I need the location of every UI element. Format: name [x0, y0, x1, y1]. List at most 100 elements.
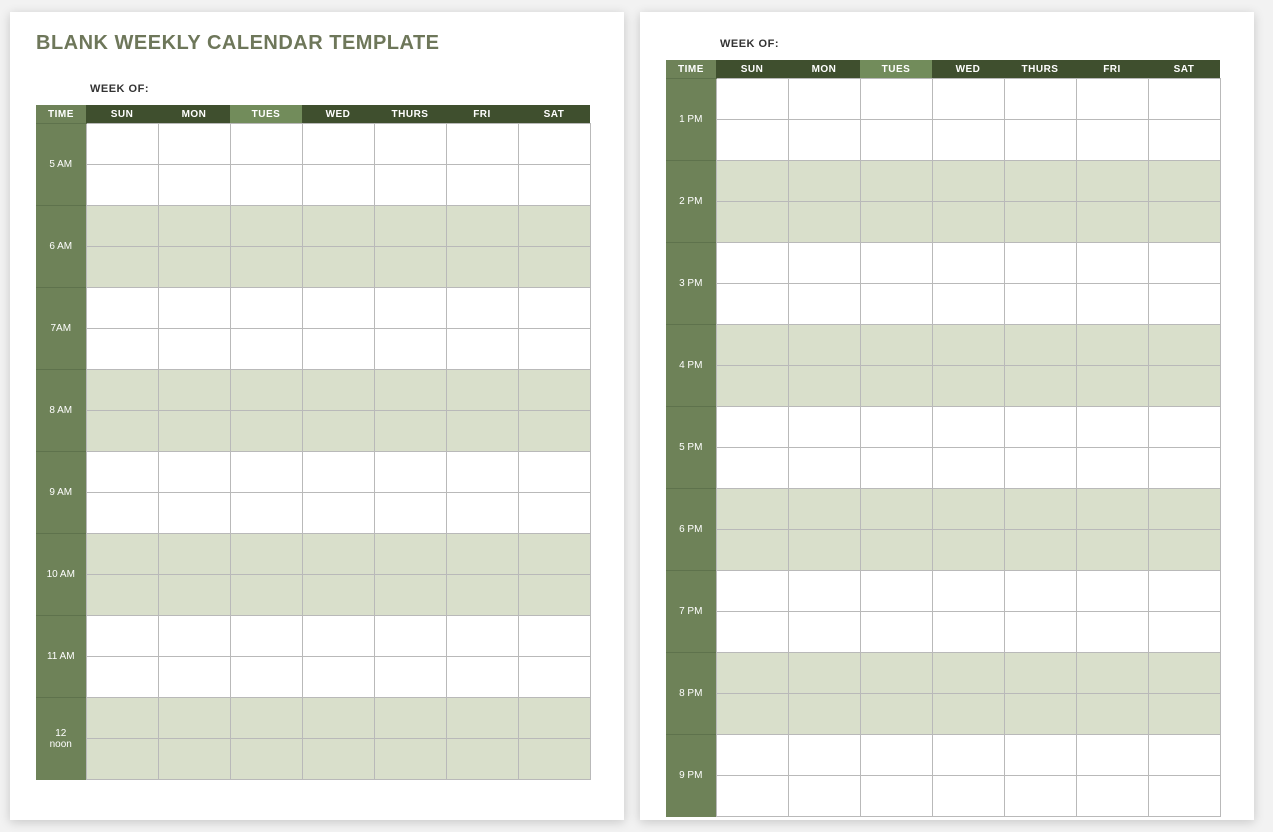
calendar-cell[interactable]	[1076, 489, 1148, 530]
calendar-cell[interactable]	[1004, 202, 1076, 243]
calendar-cell[interactable]	[1148, 571, 1220, 612]
calendar-cell[interactable]	[374, 616, 446, 657]
calendar-cell[interactable]	[1076, 407, 1148, 448]
calendar-cell[interactable]	[1004, 694, 1076, 735]
calendar-cell[interactable]	[158, 575, 230, 616]
calendar-cell[interactable]	[446, 575, 518, 616]
calendar-cell[interactable]	[1076, 366, 1148, 407]
calendar-cell[interactable]	[86, 575, 158, 616]
calendar-cell[interactable]	[716, 202, 788, 243]
calendar-cell[interactable]	[1076, 448, 1148, 489]
calendar-cell[interactable]	[716, 284, 788, 325]
calendar-cell[interactable]	[1148, 243, 1220, 284]
calendar-cell[interactable]	[302, 493, 374, 534]
calendar-cell[interactable]	[1076, 120, 1148, 161]
calendar-cell[interactable]	[446, 493, 518, 534]
calendar-cell[interactable]	[860, 243, 932, 284]
calendar-cell[interactable]	[374, 288, 446, 329]
calendar-cell[interactable]	[230, 739, 302, 780]
calendar-cell[interactable]	[518, 124, 590, 165]
calendar-cell[interactable]	[158, 370, 230, 411]
calendar-cell[interactable]	[302, 206, 374, 247]
calendar-cell[interactable]	[86, 534, 158, 575]
calendar-cell[interactable]	[788, 243, 860, 284]
calendar-cell[interactable]	[86, 657, 158, 698]
calendar-cell[interactable]	[374, 657, 446, 698]
calendar-cell[interactable]	[518, 739, 590, 780]
calendar-cell[interactable]	[860, 489, 932, 530]
calendar-cell[interactable]	[1148, 79, 1220, 120]
calendar-cell[interactable]	[86, 124, 158, 165]
calendar-cell[interactable]	[932, 612, 1004, 653]
calendar-cell[interactable]	[860, 448, 932, 489]
calendar-cell[interactable]	[1148, 161, 1220, 202]
calendar-cell[interactable]	[1148, 366, 1220, 407]
calendar-cell[interactable]	[932, 571, 1004, 612]
calendar-cell[interactable]	[1076, 161, 1148, 202]
calendar-cell[interactable]	[1148, 284, 1220, 325]
calendar-cell[interactable]	[86, 370, 158, 411]
calendar-cell[interactable]	[158, 534, 230, 575]
calendar-cell[interactable]	[86, 698, 158, 739]
calendar-cell[interactable]	[860, 735, 932, 776]
calendar-cell[interactable]	[230, 616, 302, 657]
calendar-cell[interactable]	[716, 161, 788, 202]
calendar-cell[interactable]	[1004, 79, 1076, 120]
calendar-cell[interactable]	[518, 698, 590, 739]
calendar-cell[interactable]	[1148, 489, 1220, 530]
calendar-cell[interactable]	[932, 243, 1004, 284]
calendar-cell[interactable]	[932, 735, 1004, 776]
calendar-cell[interactable]	[230, 698, 302, 739]
calendar-cell[interactable]	[1004, 120, 1076, 161]
calendar-cell[interactable]	[716, 448, 788, 489]
calendar-cell[interactable]	[374, 739, 446, 780]
calendar-cell[interactable]	[1004, 366, 1076, 407]
calendar-cell[interactable]	[932, 776, 1004, 817]
calendar-cell[interactable]	[1004, 448, 1076, 489]
calendar-cell[interactable]	[1004, 407, 1076, 448]
calendar-cell[interactable]	[518, 575, 590, 616]
calendar-cell[interactable]	[230, 493, 302, 534]
calendar-cell[interactable]	[302, 534, 374, 575]
calendar-cell[interactable]	[932, 448, 1004, 489]
calendar-cell[interactable]	[374, 206, 446, 247]
calendar-cell[interactable]	[1004, 571, 1076, 612]
calendar-cell[interactable]	[518, 411, 590, 452]
calendar-cell[interactable]	[446, 534, 518, 575]
calendar-cell[interactable]	[788, 612, 860, 653]
calendar-cell[interactable]	[1004, 612, 1076, 653]
calendar-cell[interactable]	[374, 124, 446, 165]
calendar-cell[interactable]	[302, 657, 374, 698]
calendar-cell[interactable]	[1076, 653, 1148, 694]
calendar-cell[interactable]	[932, 284, 1004, 325]
calendar-cell[interactable]	[1004, 325, 1076, 366]
calendar-cell[interactable]	[302, 329, 374, 370]
calendar-cell[interactable]	[230, 657, 302, 698]
calendar-cell[interactable]	[716, 694, 788, 735]
calendar-cell[interactable]	[932, 325, 1004, 366]
calendar-cell[interactable]	[1148, 694, 1220, 735]
calendar-cell[interactable]	[230, 247, 302, 288]
calendar-cell[interactable]	[788, 407, 860, 448]
calendar-cell[interactable]	[446, 657, 518, 698]
calendar-cell[interactable]	[860, 612, 932, 653]
calendar-cell[interactable]	[788, 735, 860, 776]
calendar-cell[interactable]	[932, 79, 1004, 120]
calendar-cell[interactable]	[1076, 735, 1148, 776]
calendar-cell[interactable]	[716, 325, 788, 366]
calendar-cell[interactable]	[716, 735, 788, 776]
calendar-cell[interactable]	[446, 206, 518, 247]
calendar-cell[interactable]	[716, 776, 788, 817]
calendar-cell[interactable]	[716, 79, 788, 120]
calendar-cell[interactable]	[518, 165, 590, 206]
calendar-cell[interactable]	[716, 407, 788, 448]
calendar-cell[interactable]	[230, 370, 302, 411]
calendar-cell[interactable]	[446, 124, 518, 165]
calendar-cell[interactable]	[86, 739, 158, 780]
calendar-cell[interactable]	[788, 571, 860, 612]
calendar-cell[interactable]	[158, 329, 230, 370]
calendar-cell[interactable]	[932, 202, 1004, 243]
calendar-cell[interactable]	[374, 493, 446, 534]
calendar-cell[interactable]	[518, 288, 590, 329]
calendar-cell[interactable]	[230, 206, 302, 247]
